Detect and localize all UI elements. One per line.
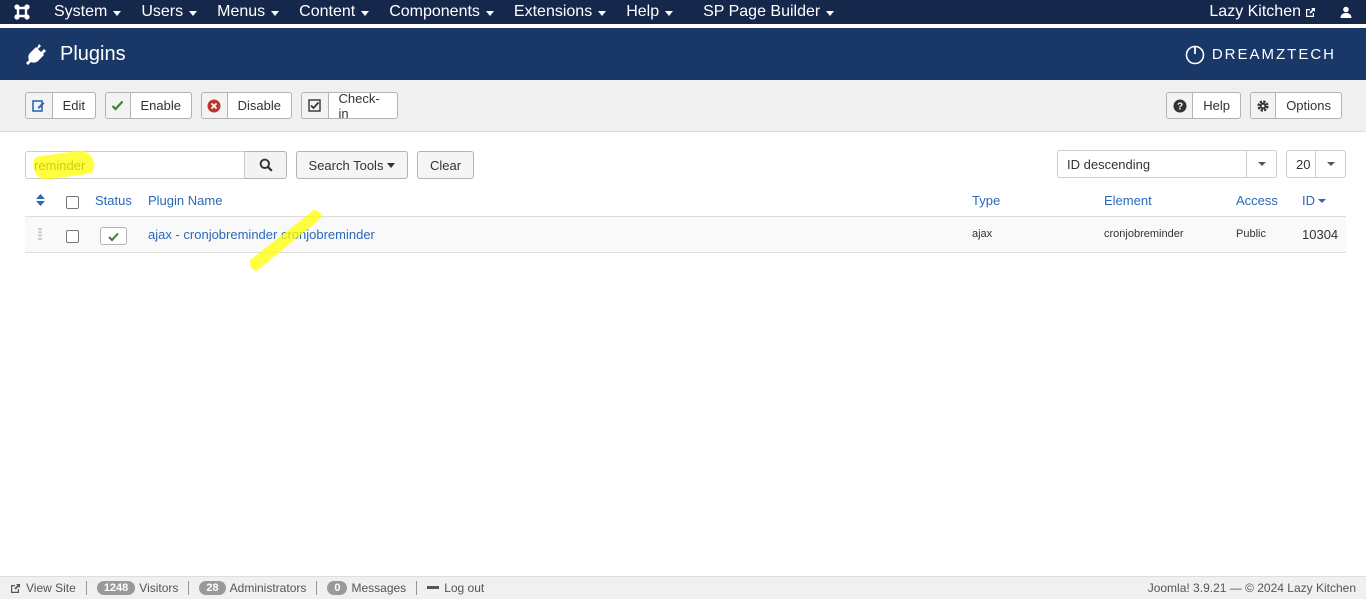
column-plugin-name[interactable]: Plugin Name: [148, 193, 222, 208]
chevron-down-icon: [1315, 151, 1345, 177]
select-all-checkbox[interactable]: [66, 196, 79, 209]
column-element[interactable]: Element: [1104, 193, 1152, 208]
limit-select[interactable]: 20: [1286, 150, 1346, 178]
view-site-link[interactable]: View Site: [0, 581, 86, 595]
disable-button[interactable]: Disable: [201, 92, 292, 119]
visitors-badge: 1248: [96, 581, 136, 595]
search-tools-button[interactable]: Search Tools: [296, 151, 408, 179]
svg-text:?: ?: [1177, 101, 1183, 112]
gear-icon: [1251, 93, 1277, 118]
search-group: [25, 151, 287, 179]
search-input[interactable]: [25, 151, 245, 179]
menu-extensions[interactable]: Extensions: [504, 0, 616, 24]
status-footer: View Site 1248 Visitors 28 Administrator…: [0, 576, 1366, 599]
chevron-down-icon: [387, 162, 396, 168]
check-icon: [106, 93, 131, 118]
menu-components[interactable]: Components: [379, 0, 504, 24]
minus-icon: [427, 586, 440, 589]
options-button[interactable]: Options: [1250, 92, 1342, 119]
column-id[interactable]: ID: [1302, 193, 1326, 208]
visitors-status: 1248 Visitors: [87, 581, 189, 595]
joomla-logo-icon[interactable]: [0, 0, 44, 24]
menu-system[interactable]: System: [44, 0, 131, 24]
page-title: Plugins: [60, 42, 126, 65]
nav-right: Lazy Kitchen: [1199, 0, 1366, 24]
plugin-access: Public: [1236, 228, 1266, 240]
menu-content[interactable]: Content: [289, 0, 379, 24]
cancel-circle-icon: [202, 93, 228, 118]
enable-button[interactable]: Enable: [105, 92, 192, 119]
plug-icon: [26, 44, 46, 65]
external-link-icon: [1306, 7, 1315, 17]
column-access[interactable]: Access: [1236, 193, 1278, 208]
checkin-button[interactable]: Check-in: [301, 91, 398, 121]
search-icon: [259, 158, 273, 172]
menu-menus[interactable]: Menus: [207, 0, 289, 24]
help-button[interactable]: ? Help: [1166, 92, 1241, 119]
table-header: Status Plugin Name Type Element Access I…: [25, 186, 1346, 217]
row-checkbox[interactable]: [66, 230, 79, 243]
main-menu: System Users Menus Content Components Ex…: [44, 0, 844, 24]
status-toggle-button[interactable]: [100, 227, 127, 245]
chevron-down-icon: [1246, 151, 1276, 177]
edit-button[interactable]: Edit: [25, 92, 96, 119]
plugin-element: cronjobreminder: [1104, 228, 1184, 240]
logout-link[interactable]: Log out: [417, 581, 494, 595]
chevron-down-icon: [665, 10, 674, 16]
admins-badge: 28: [199, 581, 226, 595]
plugin-id: 10304: [1302, 227, 1339, 242]
column-type[interactable]: Type: [972, 193, 1000, 208]
site-link[interactable]: Lazy Kitchen: [1199, 0, 1326, 24]
chevron-down-icon: [113, 10, 122, 16]
ordering-select[interactable]: ID descending: [1057, 150, 1277, 178]
page-header: Plugins DREAMZTECH: [0, 28, 1366, 80]
checkbox-icon: [302, 93, 329, 118]
menu-users[interactable]: Users: [131, 0, 207, 24]
clear-button[interactable]: Clear: [417, 151, 474, 179]
table-row: ajax - cronjobreminder cronjobreminder a…: [25, 217, 1346, 253]
drag-handle-icon[interactable]: [38, 228, 42, 243]
chevron-down-icon: [361, 10, 370, 16]
chevron-down-icon: [485, 10, 494, 16]
sort-order-icon[interactable]: [36, 194, 45, 209]
plugin-name-link[interactable]: ajax - cronjobreminder cronjobreminder: [148, 227, 375, 242]
messages-link[interactable]: 0 Messages: [317, 581, 416, 595]
sort-desc-icon: [1318, 198, 1326, 203]
plugin-type: ajax: [972, 228, 993, 240]
version-info: Joomla! 3.9.21 — © 2024 Lazy Kitchen: [1147, 581, 1356, 595]
top-navbar: System Users Menus Content Components Ex…: [0, 0, 1366, 24]
chevron-down-icon: [189, 10, 198, 16]
menu-help[interactable]: Help: [616, 0, 683, 24]
column-status[interactable]: Status: [95, 193, 132, 208]
external-link-icon: [11, 583, 20, 593]
brand-logo: DREAMZTECH: [1184, 43, 1336, 65]
question-icon: ?: [1167, 93, 1194, 118]
chevron-down-icon: [271, 10, 280, 16]
admins-status: 28 Administrators: [189, 581, 316, 595]
search-button[interactable]: [245, 151, 287, 179]
power-icon: [1185, 45, 1205, 65]
check-icon: [108, 232, 119, 241]
chevron-down-icon: [826, 10, 835, 16]
user-icon: [1340, 6, 1352, 18]
messages-badge: 0: [327, 581, 348, 595]
chevron-down-icon: [598, 10, 607, 16]
edit-icon: [26, 93, 53, 118]
menu-sp-page-builder[interactable]: SP Page Builder: [693, 0, 844, 24]
toolbar: Edit Enable Disable Check-in ? Help Opti…: [0, 80, 1366, 132]
user-menu[interactable]: [1326, 6, 1366, 18]
plugins-table: Status Plugin Name Type Element Access I…: [25, 186, 1346, 253]
